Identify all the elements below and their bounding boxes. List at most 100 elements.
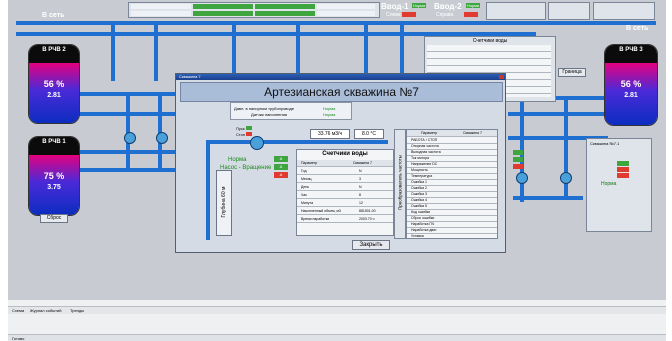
indicator-ok: [513, 150, 523, 155]
cell: Время наработки: [301, 217, 330, 221]
right-well-alarm: [617, 173, 629, 178]
net-label-right: В сеть: [626, 25, 649, 32]
cell: N: [359, 169, 362, 173]
valve-icon[interactable]: [156, 132, 168, 144]
converter-table: Параметр Скважина 7 РАБОТА / СТОП Опорная…: [406, 129, 498, 239]
tank-level: 3.75: [47, 184, 61, 191]
tank-percent: 56 %: [620, 79, 642, 89]
right-well-panel: Скважина №7.1 Норма: [586, 138, 652, 232]
info-cell-ok: [193, 11, 253, 16]
table-row: Час 8: [297, 192, 393, 199]
table-row: Год N: [297, 168, 393, 175]
input1-status: Норма: [412, 3, 426, 8]
tank-title: В РЧВ 1: [42, 139, 66, 145]
tab-strip: Схема Журнал событий Тренды: [8, 306, 666, 314]
alarm-a-indicator: А: [274, 164, 288, 170]
tab-trends[interactable]: Тренды: [70, 308, 84, 313]
cell: 881501.00: [359, 209, 376, 213]
pipe-drop: [154, 21, 158, 81]
pump-stop-indicator: [246, 132, 252, 136]
cell: 2003.70 ч: [359, 217, 375, 221]
distribution-pipe: [78, 168, 188, 172]
indicator-ok: [513, 157, 523, 162]
info-cell: [317, 11, 375, 16]
input1-label: Ввод-1: [381, 2, 409, 11]
flow-readout: 33.76 м3/ч: [310, 129, 350, 139]
temp-readout: 8.0 °С: [354, 129, 384, 139]
tank-reset-button[interactable]: Сброс: [40, 214, 68, 223]
tank-title: В РЧВ 3: [619, 47, 643, 53]
pipe-drop: [400, 21, 404, 81]
meters-header: Скважина 7: [353, 161, 372, 165]
pressure-value: Норма: [323, 106, 336, 111]
meters-table: Счетчики воды Параметр Скважина 7 Год N М…: [296, 149, 394, 236]
info-cell-ok: [255, 11, 315, 16]
cell: 12: [359, 201, 363, 205]
pump-icon[interactable]: [250, 136, 264, 150]
tank-rchv1[interactable]: В РЧВ 1 75 % 3.75: [28, 136, 80, 216]
meters-header: Параметр: [301, 161, 318, 165]
depth-box: Глубина 60 м: [216, 170, 232, 236]
right-scheme-button[interactable]: Граница: [558, 68, 586, 77]
flow-sensor-label: Датчик наполнения: [251, 112, 287, 117]
table-row: Время наработки 2003.70 ч: [297, 216, 393, 223]
well-dialog: Скважина 7 Артезианская скважина №7 Давл…: [175, 73, 506, 253]
tank-level: 2.81: [47, 92, 61, 99]
right-well-status: Норма: [601, 181, 617, 187]
tab-scheme[interactable]: Схема: [12, 308, 24, 313]
pipe-drop: [111, 21, 115, 81]
info-cell: [131, 4, 191, 9]
right-well-ok: [617, 161, 629, 166]
converter-label-box: Преобразователь частоты: [394, 129, 406, 239]
pipe-drop: [364, 21, 368, 81]
sensor-status-box: Давл. в напорном трубопроводе Норма Датч…: [230, 102, 352, 120]
cell: Минута: [301, 201, 314, 205]
info-cell: [317, 4, 375, 9]
net-label-left: В сеть: [42, 12, 65, 19]
distribution-pipe: [513, 196, 583, 200]
table-row: Минута 12: [297, 200, 393, 207]
conv-header-row: Параметр Скважина 7: [407, 130, 497, 137]
tank-rchv2[interactable]: В РЧВ 2 56 % 2.81: [28, 44, 80, 124]
conv-header: Скважина 7: [463, 131, 482, 135]
meters-panel-title: Счетчики воды: [472, 38, 508, 44]
distribution-pipe: [508, 112, 608, 116]
meters-header-row: Параметр Скважина 7: [297, 160, 393, 167]
cell: Час: [301, 193, 308, 197]
state-norm: Норма: [228, 157, 247, 163]
cell: Накопленный объем, м3: [301, 209, 341, 213]
screen: { "scada": { "net_label_left": "В сеть",…: [0, 0, 672, 341]
cell: Уставка: [411, 234, 424, 238]
cell: 8: [359, 193, 361, 197]
dialog-title: Артезианская скважина №7: [180, 82, 503, 102]
dialog-window-title: Скважина 7: [179, 74, 201, 79]
input2-alarm: [464, 12, 478, 17]
input2-status: Норма: [466, 3, 480, 8]
table-row: Месяц 3: [297, 176, 393, 183]
bottom-area: Схема Журнал событий Тренды Готово: [8, 300, 666, 341]
tank-rchv3[interactable]: В РЧВ 3 56 % 2.81: [604, 44, 658, 126]
close-icon[interactable]: [499, 75, 504, 79]
status-text: Готово: [12, 336, 25, 341]
valve-icon[interactable]: [124, 132, 136, 144]
close-button[interactable]: Закрыть: [352, 240, 390, 250]
state-pump: Насос - Вращение: [220, 165, 272, 171]
info-panel-right: [486, 2, 546, 20]
right-well-title: Скважина №7.1: [590, 141, 620, 146]
depth-label: Глубина 60 м: [221, 186, 227, 218]
top-info-strip: [128, 2, 380, 18]
input1-state: Слева: [386, 12, 401, 18]
valve-icon[interactable]: [560, 172, 572, 184]
info-cell-ok: [255, 4, 315, 9]
tank-title: В РЧВ 2: [42, 47, 66, 53]
pump-start-indicator: [246, 126, 252, 130]
alarm-a-indicator: А: [274, 156, 288, 162]
table-row: День N: [297, 184, 393, 191]
dialog-titlebar[interactable]: Скважина 7: [176, 74, 505, 80]
tab-events[interactable]: Журнал событий: [30, 308, 61, 313]
input2-state: Справа: [436, 12, 454, 18]
conv-header: Параметр: [421, 131, 438, 135]
pump-start-label: Пуск: [236, 126, 245, 131]
cell: N: [359, 185, 362, 189]
tank-level: 2.81: [624, 92, 638, 99]
